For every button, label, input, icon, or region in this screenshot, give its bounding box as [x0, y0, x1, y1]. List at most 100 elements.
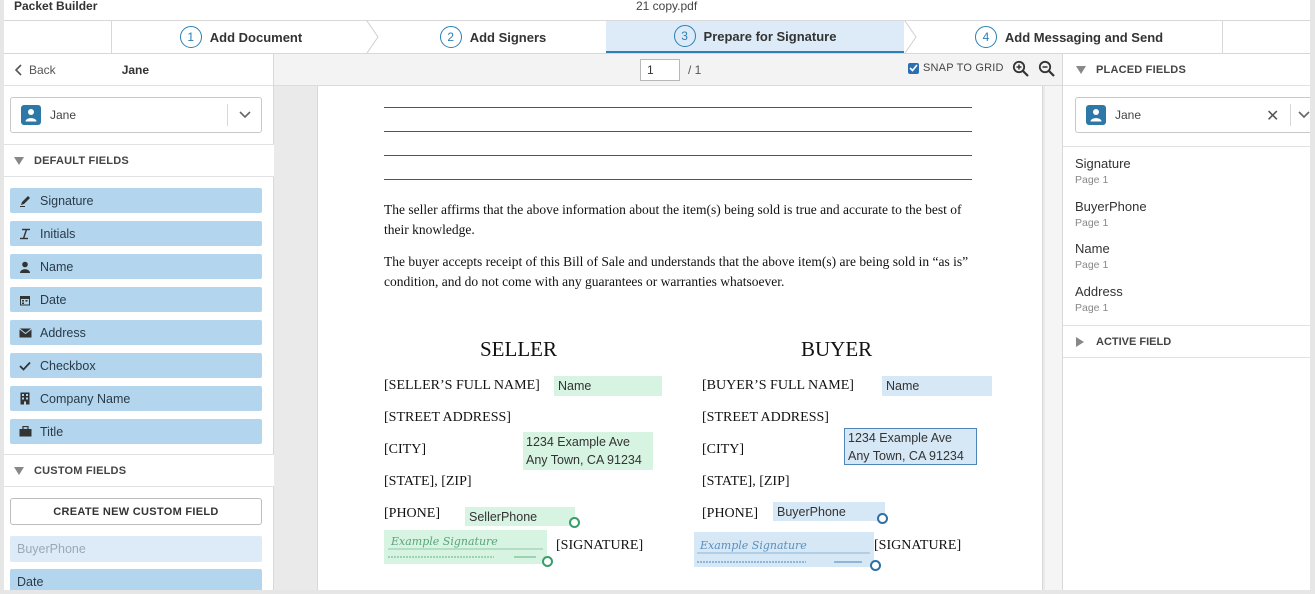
form-line: [384, 179, 972, 180]
document-viewer: 1 / 1 SNAP TO GRID The seller affirms th…: [274, 54, 1062, 590]
zoom-in-icon[interactable]: [1012, 60, 1030, 78]
placed-signer-select[interactable]: Jane ✕: [1075, 97, 1310, 133]
placed-field-page: Page 1: [1075, 259, 1109, 271]
field-title[interactable]: Title: [10, 419, 262, 444]
resize-handle[interactable]: [569, 517, 580, 528]
signer-select[interactable]: Jane: [10, 97, 262, 133]
left-panel-header: Back Jane: [4, 54, 273, 86]
page-total: / 1: [688, 63, 702, 77]
step-label: Add Signers: [469, 29, 547, 45]
envelope-icon: [18, 326, 32, 340]
form-line: [384, 107, 972, 108]
check-icon: [18, 359, 32, 373]
field-signature[interactable]: Signature: [10, 188, 262, 213]
seller-full-name-label: [SELLER’S FULL NAME]: [384, 378, 540, 393]
snap-to-grid-label: SNAP TO GRID: [923, 62, 1004, 74]
step-tail-spacer: [1222, 21, 1310, 53]
form-line: [384, 155, 972, 156]
field-company-name[interactable]: Company Name: [10, 386, 262, 411]
step-lead-spacer: [4, 21, 112, 53]
address-line-1: 1234 Example Ave: [526, 435, 631, 449]
collapse-triangle-icon: [14, 156, 24, 165]
default-fields-header[interactable]: DEFAULT FIELDS: [4, 144, 274, 177]
field-address[interactable]: Address: [10, 320, 262, 345]
custom-field-buyerphone[interactable]: BuyerPhone: [10, 536, 262, 562]
default-fields-list: Signature Initials Name Date Address Che…: [10, 188, 262, 452]
buyer-street-label: [STREET ADDRESS]: [702, 410, 829, 425]
buyer-phone-label: [PHONE]: [702, 506, 758, 521]
placed-field-page: Page 1: [1075, 174, 1109, 186]
buyer-acceptance-paragraph: The buyer accepts receipt of this Bill o…: [384, 254, 969, 289]
dropdown-toggle[interactable]: [227, 104, 261, 126]
collapse-triangle-icon: [14, 466, 24, 475]
checkbox-checked-icon[interactable]: [908, 62, 919, 74]
field-initials[interactable]: Initials: [10, 221, 262, 246]
back-label: Back: [29, 62, 56, 77]
placed-field-item[interactable]: Signature Page 1: [1063, 147, 1310, 190]
signature-sample-icon: Example Signature: [697, 539, 870, 563]
field-name[interactable]: Name: [10, 254, 262, 279]
app-title: Packet Builder: [14, 0, 98, 13]
seller-signature-field[interactable]: Example Signature: [384, 530, 547, 564]
seller-phone-field[interactable]: SellerPhone: [465, 507, 575, 526]
step-separator-icon: [366, 21, 379, 53]
page-number-input[interactable]: 1: [640, 59, 680, 81]
step-prepare-for-signature[interactable]: 3 Prepare for Signature: [606, 21, 904, 53]
step-add-document[interactable]: 1 Add Document: [112, 21, 370, 53]
viewer-scrollbar[interactable]: [1045, 86, 1062, 590]
dropdown-toggle[interactable]: [1290, 104, 1310, 126]
field-checkbox[interactable]: Checkbox: [10, 353, 262, 378]
field-date[interactable]: Date: [10, 287, 262, 312]
chevron-left-icon: [14, 63, 22, 76]
svg-text:Example Signature: Example Signature: [390, 535, 498, 548]
clear-icon[interactable]: ✕: [1266, 106, 1279, 126]
buyer-signature-label: [SIGNATURE]: [874, 538, 962, 553]
title-bar: Packet Builder 21 copy.pdf: [4, 0, 1310, 20]
buyer-address-field[interactable]: 1234 Example Ave Any Town, CA 91234: [844, 428, 977, 465]
field-label: Date: [40, 292, 67, 307]
field-label: Signature: [40, 193, 94, 208]
address-line-1: 1234 Example Ave: [848, 430, 953, 445]
placed-field-item[interactable]: Name Page 1: [1063, 232, 1310, 275]
step-number: 1: [179, 26, 202, 48]
step-add-signers[interactable]: 2 Add Signers: [380, 21, 606, 53]
active-field-header[interactable]: ACTIVE FIELD: [1063, 325, 1310, 358]
step-navigation: 1 Add Document 2 Add Signers 3 Prepare f…: [4, 20, 1310, 54]
custom-fields-header[interactable]: CUSTOM FIELDS: [4, 454, 274, 487]
custom-field-date[interactable]: Date: [10, 569, 262, 590]
signer-heading: Jane: [121, 62, 150, 77]
zoom-out-icon[interactable]: [1038, 60, 1056, 78]
custom-field-label: Date: [17, 575, 44, 589]
step-add-messaging-and-send[interactable]: 4 Add Messaging and Send: [916, 21, 1222, 53]
seller-state-label: [STATE], [ZIP]: [384, 474, 472, 489]
field-label: Address: [40, 325, 86, 340]
calendar-icon: [18, 293, 32, 307]
building-icon: [18, 392, 32, 406]
buyer-full-name-label: [BUYER’S FULL NAME]: [702, 378, 854, 393]
pen-icon: [18, 194, 32, 208]
placed-field-item[interactable]: BuyerPhone Page 1: [1063, 190, 1310, 233]
field-label: Checkbox: [40, 358, 96, 373]
resize-handle[interactable]: [870, 560, 881, 571]
signature-sample-icon: Example Signature: [388, 535, 543, 558]
create-custom-field-button[interactable]: CREATE NEW CUSTOM FIELD: [10, 498, 262, 525]
active-field-title: ACTIVE FIELD: [1096, 335, 1172, 348]
buyer-signature-field[interactable]: Example Signature: [694, 532, 874, 567]
snap-to-grid-toggle[interactable]: SNAP TO GRID: [908, 62, 1004, 74]
back-button[interactable]: Back: [14, 63, 56, 77]
placed-fields-header[interactable]: PLACED FIELDS: [1063, 54, 1310, 86]
placed-field-item[interactable]: Address Page 1: [1063, 275, 1310, 318]
svg-text:Example Signature: Example Signature: [699, 539, 807, 552]
seller-name-field[interactable]: Name: [554, 376, 662, 396]
buyer-heading: BUYER: [801, 337, 873, 361]
buyer-name-field[interactable]: Name: [882, 376, 992, 396]
seller-address-field[interactable]: 1234 Example Ave Any Town, CA 91234: [523, 432, 653, 470]
buyer-phone-field[interactable]: BuyerPhone: [773, 502, 885, 521]
chevron-down-icon: [238, 111, 251, 119]
placed-field-name: Signature: [1075, 156, 1131, 171]
chevron-down-icon: [1297, 111, 1310, 119]
resize-handle[interactable]: [542, 556, 553, 567]
custom-fields-title: CUSTOM FIELDS: [34, 464, 127, 477]
field-label: Name: [40, 259, 74, 274]
resize-handle[interactable]: [877, 513, 888, 524]
